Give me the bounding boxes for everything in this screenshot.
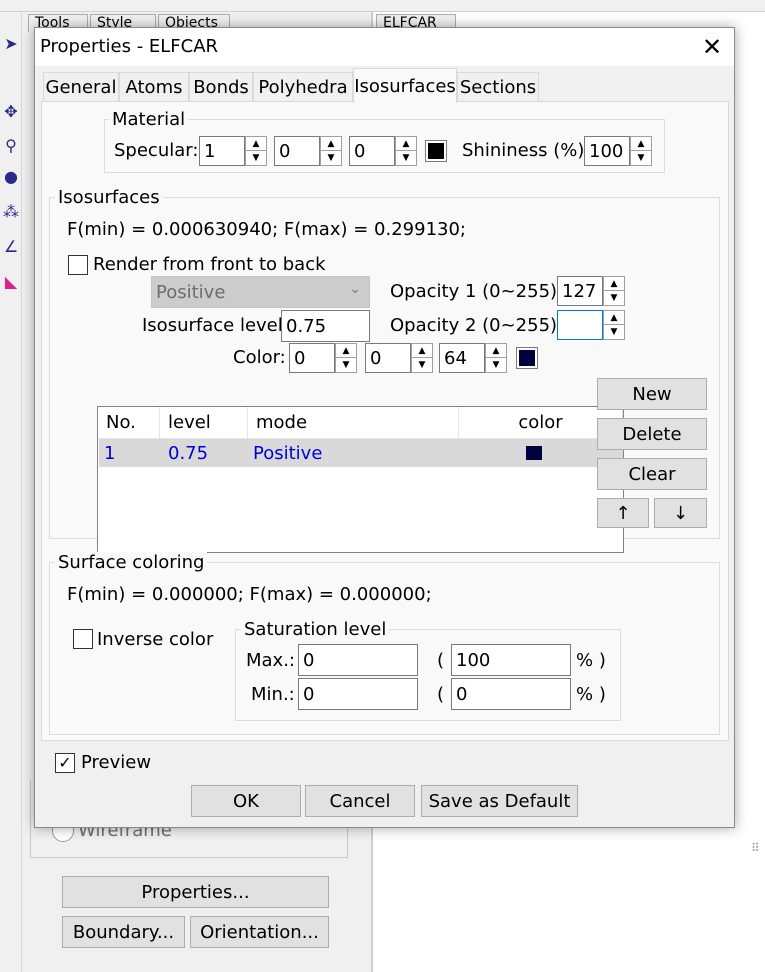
- color-r-stepper[interactable]: ▲ ▼: [335, 343, 357, 373]
- preview-checkbox[interactable]: ✓: [55, 753, 75, 773]
- angle-icon[interactable]: ∠: [2, 237, 20, 257]
- color-r-field[interactable]: 0: [289, 343, 335, 373]
- specular-label: Specular:: [114, 140, 199, 161]
- max-pct-field[interactable]: 100: [451, 644, 571, 676]
- bond-icon[interactable]: ⁂: [2, 202, 20, 222]
- move-icon[interactable]: ✥: [2, 102, 20, 122]
- resize-grip-icon[interactable]: ⠿: [751, 841, 760, 855]
- row-level: 0.75: [168, 442, 209, 464]
- min-label: Min.:: [251, 684, 295, 705]
- save-default-button[interactable]: Save as Default: [421, 785, 578, 817]
- opacity2-stepper[interactable]: ▲ ▼: [603, 310, 625, 340]
- color-label: Color:: [233, 347, 286, 368]
- inverse-color-checkbox[interactable]: [73, 629, 93, 649]
- close-icon[interactable]: ✕: [697, 32, 727, 62]
- chevron-down-icon: ⌄: [349, 281, 361, 297]
- min-field[interactable]: 0: [298, 678, 418, 710]
- app-toolbar: [0, 0, 765, 12]
- surface-f-range: F(min) = 0.000000; F(max) = 0.000000;: [67, 584, 432, 605]
- dihedral-icon[interactable]: ◣: [2, 272, 20, 292]
- orientation-button[interactable]: Orientation...: [190, 916, 329, 948]
- min-pct-field[interactable]: 0: [451, 678, 571, 710]
- specular-color-swatch[interactable]: [425, 140, 447, 162]
- specular-r-stepper[interactable]: ▲ ▼: [245, 136, 267, 166]
- specular-b-stepper[interactable]: ▲ ▼: [395, 136, 417, 166]
- boundary-button[interactable]: Boundary...: [62, 916, 185, 948]
- column-header-mode[interactable]: mode: [248, 407, 459, 439]
- move-down-button[interactable]: ↓: [654, 498, 707, 528]
- row-color-chip: [526, 446, 542, 460]
- mode-dropdown: Positive ⌄: [151, 276, 370, 308]
- render-front-checkbox[interactable]: [68, 255, 88, 275]
- specular-g-field[interactable]: 0: [274, 136, 320, 166]
- atom-icon[interactable]: ●: [2, 167, 20, 187]
- max-open-paren: (: [437, 650, 445, 671]
- min-pct-close: % ): [576, 684, 606, 705]
- render-front-label: Render from front to back: [93, 254, 326, 275]
- specular-r-field[interactable]: 1: [199, 136, 245, 166]
- isosurface-level-label: Isosurface level:: [142, 315, 289, 336]
- opacity2-label: Opacity 2 (0~255):: [390, 315, 564, 336]
- opacity2-field[interactable]: [557, 310, 603, 340]
- specular-b-field[interactable]: 0: [349, 136, 395, 166]
- clear-button[interactable]: Clear: [597, 458, 707, 490]
- inverse-color-label: Inverse color: [97, 629, 214, 650]
- preview-label: Preview: [81, 752, 152, 773]
- isosurface-table: No. level mode color 1 0.75 Positive: [97, 406, 624, 553]
- max-pct-close: % ): [576, 650, 606, 671]
- material-group-label: Material: [109, 109, 189, 130]
- dialog-title: Properties - ELFCAR: [40, 36, 219, 57]
- color-b-field[interactable]: 64: [439, 343, 485, 373]
- specular-g-stepper[interactable]: ▲ ▼: [320, 136, 342, 166]
- properties-dialog: Properties - ELFCAR ✕ General Atoms Bond…: [34, 27, 760, 855]
- delete-button[interactable]: Delete: [597, 418, 707, 450]
- tab-isosurfaces[interactable]: Isosurfaces: [353, 68, 457, 103]
- opacity1-label: Opacity 1 (0~255):: [390, 281, 564, 302]
- mode-dropdown-value: Positive: [156, 281, 226, 303]
- surface-coloring-label: Surface coloring: [55, 552, 208, 573]
- move-up-button[interactable]: ↑: [597, 498, 649, 528]
- max-field[interactable]: 0: [298, 644, 418, 676]
- tab-general[interactable]: General: [43, 72, 119, 102]
- new-button[interactable]: New: [597, 378, 707, 410]
- isosurfaces-group-label: Isosurfaces: [55, 187, 163, 208]
- tool-strip: ➤ ✥ ⚲ ● ⁂ ∠ ◣: [0, 12, 22, 972]
- color-g-stepper[interactable]: ▲ ▼: [411, 343, 433, 373]
- max-label: Max.:: [246, 650, 295, 671]
- row-mode: Positive: [253, 442, 323, 464]
- properties-button[interactable]: Properties...: [62, 876, 329, 908]
- saturation-label: Saturation level: [241, 619, 390, 640]
- column-header-level[interactable]: level: [160, 407, 248, 439]
- row-no: 1: [104, 442, 116, 464]
- tab-bonds[interactable]: Bonds: [189, 72, 253, 102]
- opacity1-stepper[interactable]: ▲ ▼: [603, 276, 625, 306]
- isosurface-level-field[interactable]: 0.75: [281, 310, 370, 342]
- tab-atoms[interactable]: Atoms: [119, 72, 189, 102]
- title-bar: Properties - ELFCAR ✕: [35, 28, 734, 66]
- shininess-label: Shininess (%):: [462, 140, 591, 161]
- shininess-stepper[interactable]: ▲ ▼: [630, 136, 652, 166]
- color-b-stepper[interactable]: ▲ ▼: [485, 343, 507, 373]
- min-open-paren: (: [437, 684, 445, 705]
- cancel-button[interactable]: Cancel: [305, 785, 415, 817]
- isosurface-color-swatch[interactable]: [516, 347, 538, 369]
- opacity1-field[interactable]: 127: [557, 276, 603, 306]
- table-row[interactable]: 1 0.75 Positive: [99, 439, 623, 467]
- magnify-icon[interactable]: ⚲: [2, 136, 20, 156]
- tab-sections[interactable]: Sections: [457, 72, 539, 102]
- pointer-icon[interactable]: ➤: [2, 34, 20, 54]
- shininess-field[interactable]: 100: [584, 136, 630, 166]
- tab-polyhedra[interactable]: Polyhedra: [253, 72, 353, 102]
- color-g-field[interactable]: 0: [365, 343, 411, 373]
- column-header-no[interactable]: No.: [98, 407, 160, 439]
- ok-button[interactable]: OK: [191, 785, 301, 817]
- isosurface-f-range: F(min) = 0.000630940; F(max) = 0.299130;: [67, 219, 466, 240]
